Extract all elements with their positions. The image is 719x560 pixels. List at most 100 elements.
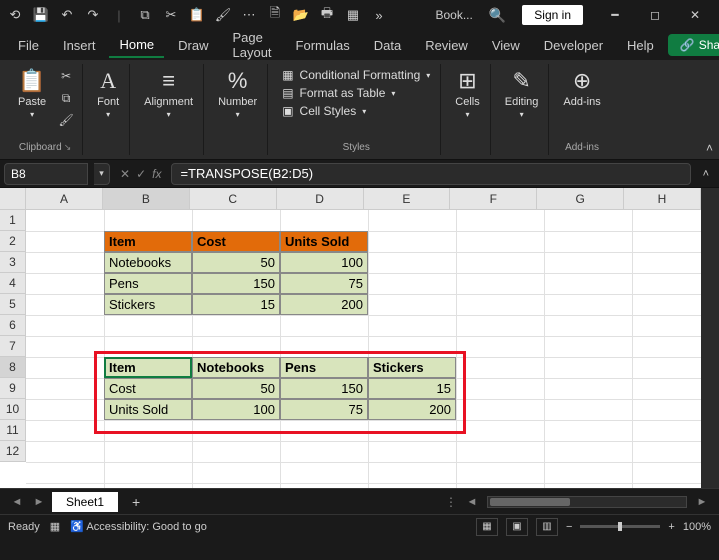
number-button[interactable]: %Number▾	[214, 66, 261, 121]
save-icon[interactable]: 💾	[30, 4, 52, 26]
prev-sheet-button[interactable]: ◄	[8, 496, 26, 508]
row-header[interactable]: 12	[0, 441, 26, 462]
pagelayout-view-button[interactable]: ▣	[506, 518, 528, 536]
cell[interactable]: 150	[192, 273, 280, 294]
row-header[interactable]: 6	[0, 315, 26, 336]
column-header[interactable]: A	[26, 188, 103, 210]
maximize-button[interactable]: ◻	[635, 0, 675, 30]
select-all-button[interactable]	[0, 188, 26, 210]
horizontal-scrollbar[interactable]	[487, 496, 687, 508]
fx-icon[interactable]: fx	[152, 167, 161, 181]
format-painter-button[interactable]: 🖌	[56, 110, 76, 130]
row-header[interactable]: 9	[0, 378, 26, 399]
cancel-formula-icon[interactable]: ✕	[120, 167, 130, 181]
tab-pagelayout[interactable]: Page Layout	[223, 26, 282, 64]
cell[interactable]: Notebooks	[104, 252, 192, 273]
stats-icon[interactable]: ▦	[50, 520, 60, 533]
collapse-ribbon-icon[interactable]: ˄	[706, 141, 713, 155]
name-box[interactable]: B8	[4, 163, 88, 185]
column-header[interactable]: F	[450, 188, 537, 210]
font-button[interactable]: AFont▾	[93, 66, 123, 121]
qat-more-icon[interactable]: ⋯	[238, 4, 260, 26]
zoom-out-button[interactable]: −	[566, 521, 572, 533]
paste-icon[interactable]: 📋	[186, 4, 208, 26]
share-button[interactable]: 🔗 Share	[668, 34, 719, 56]
spreadsheet-grid[interactable]: ABCDEFGH 123456789101112 ItemCostUnits S…	[0, 188, 719, 488]
format-as-table-button[interactable]: ▤ Format as Table ▾	[282, 86, 430, 100]
tab-data[interactable]: Data	[364, 34, 411, 57]
open-icon[interactable]: 📂	[290, 4, 312, 26]
tab-help[interactable]: Help	[617, 34, 664, 57]
tab-draw[interactable]: Draw	[168, 34, 218, 57]
cell[interactable]: Units Sold	[280, 231, 368, 252]
tabs-options-icon[interactable]: ⋮	[445, 495, 457, 509]
zoom-slider[interactable]	[580, 525, 660, 528]
tab-insert[interactable]: Insert	[53, 34, 106, 57]
minimize-button[interactable]: ━	[595, 0, 635, 30]
next-sheet-button[interactable]: ►	[30, 496, 48, 508]
tab-formulas[interactable]: Formulas	[286, 34, 360, 57]
copy-icon[interactable]: ⧉	[134, 4, 156, 26]
row-header[interactable]: 2	[0, 231, 26, 252]
signin-button[interactable]: Sign in	[522, 5, 583, 25]
column-header[interactable]: B	[103, 188, 190, 210]
column-header[interactable]: G	[537, 188, 624, 210]
cells-button[interactable]: ⊞Cells▾	[451, 66, 483, 121]
cut-icon[interactable]: ✂	[160, 4, 182, 26]
column-header[interactable]: H	[624, 188, 701, 210]
enter-formula-icon[interactable]: ✓	[136, 167, 146, 181]
formula-bar[interactable]: =TRANSPOSE(B2:D5)	[171, 163, 690, 185]
zoom-in-button[interactable]: +	[668, 521, 674, 533]
cut-button[interactable]: ✂	[56, 66, 76, 86]
redo-icon[interactable]: ↷	[82, 4, 104, 26]
row-header[interactable]: 8	[0, 357, 26, 378]
row-header[interactable]: 5	[0, 294, 26, 315]
editing-button[interactable]: ✎Editing▾	[501, 66, 543, 121]
paste-button[interactable]: 📋Paste▾	[14, 66, 50, 121]
vertical-scrollbar[interactable]	[701, 188, 719, 488]
cell[interactable]: 15	[192, 294, 280, 315]
cell[interactable]: 200	[280, 294, 368, 315]
cell[interactable]: 50	[192, 252, 280, 273]
autosave-icon[interactable]: ⟲	[4, 4, 26, 26]
expand-formula-bar-icon[interactable]: ˄	[697, 168, 715, 180]
cell[interactable]: Cost	[192, 231, 280, 252]
scroll-right-button[interactable]: ►	[693, 496, 711, 508]
search-icon[interactable]: 🔍	[481, 7, 514, 24]
accessibility-status[interactable]: ♿ Accessibility: Good to go	[70, 520, 207, 533]
row-header[interactable]: 10	[0, 399, 26, 420]
cell-styles-button[interactable]: ▣ Cell Styles ▾	[282, 104, 430, 118]
conditional-formatting-button[interactable]: ▦ Conditional Formatting ▾	[282, 68, 430, 82]
scroll-left-button[interactable]: ◄	[463, 496, 481, 508]
cell[interactable]: Item	[104, 231, 192, 252]
print-icon[interactable]: 🖶	[316, 4, 338, 26]
tab-view[interactable]: View	[482, 34, 530, 57]
launcher-icon[interactable]: ↘	[64, 142, 72, 153]
row-header[interactable]: 4	[0, 273, 26, 294]
zoom-level[interactable]: 100%	[683, 521, 711, 533]
alignment-button[interactable]: ≡Alignment▾	[140, 66, 197, 121]
addins-button[interactable]: ⊕Add-ins	[559, 66, 604, 110]
close-button[interactable]: ✕	[675, 0, 715, 30]
sheet-tab[interactable]: Sheet1	[52, 492, 118, 512]
add-sheet-button[interactable]: +	[122, 494, 150, 510]
format-painter-icon[interactable]: 🖌	[212, 4, 234, 26]
cell[interactable]: 100	[280, 252, 368, 273]
new-icon[interactable]: 🗎	[264, 4, 286, 26]
column-header[interactable]: E	[364, 188, 451, 210]
row-header[interactable]: 3	[0, 252, 26, 273]
undo-icon[interactable]: ↶	[56, 4, 78, 26]
cell[interactable]: 75	[280, 273, 368, 294]
cell[interactable]: Stickers	[104, 294, 192, 315]
row-header[interactable]: 11	[0, 420, 26, 441]
printprev-icon[interactable]: ▦	[342, 4, 364, 26]
tab-file[interactable]: File	[8, 34, 49, 57]
tab-developer[interactable]: Developer	[534, 34, 613, 57]
namebox-dropdown[interactable]: ▾	[94, 163, 110, 185]
pagebreak-view-button[interactable]: ▥	[536, 518, 558, 536]
tab-home[interactable]: Home	[109, 33, 164, 58]
column-header[interactable]: D	[277, 188, 364, 210]
copy-button[interactable]: ⧉	[56, 88, 76, 108]
overflow-icon[interactable]: »	[368, 4, 390, 26]
cell[interactable]: Pens	[104, 273, 192, 294]
